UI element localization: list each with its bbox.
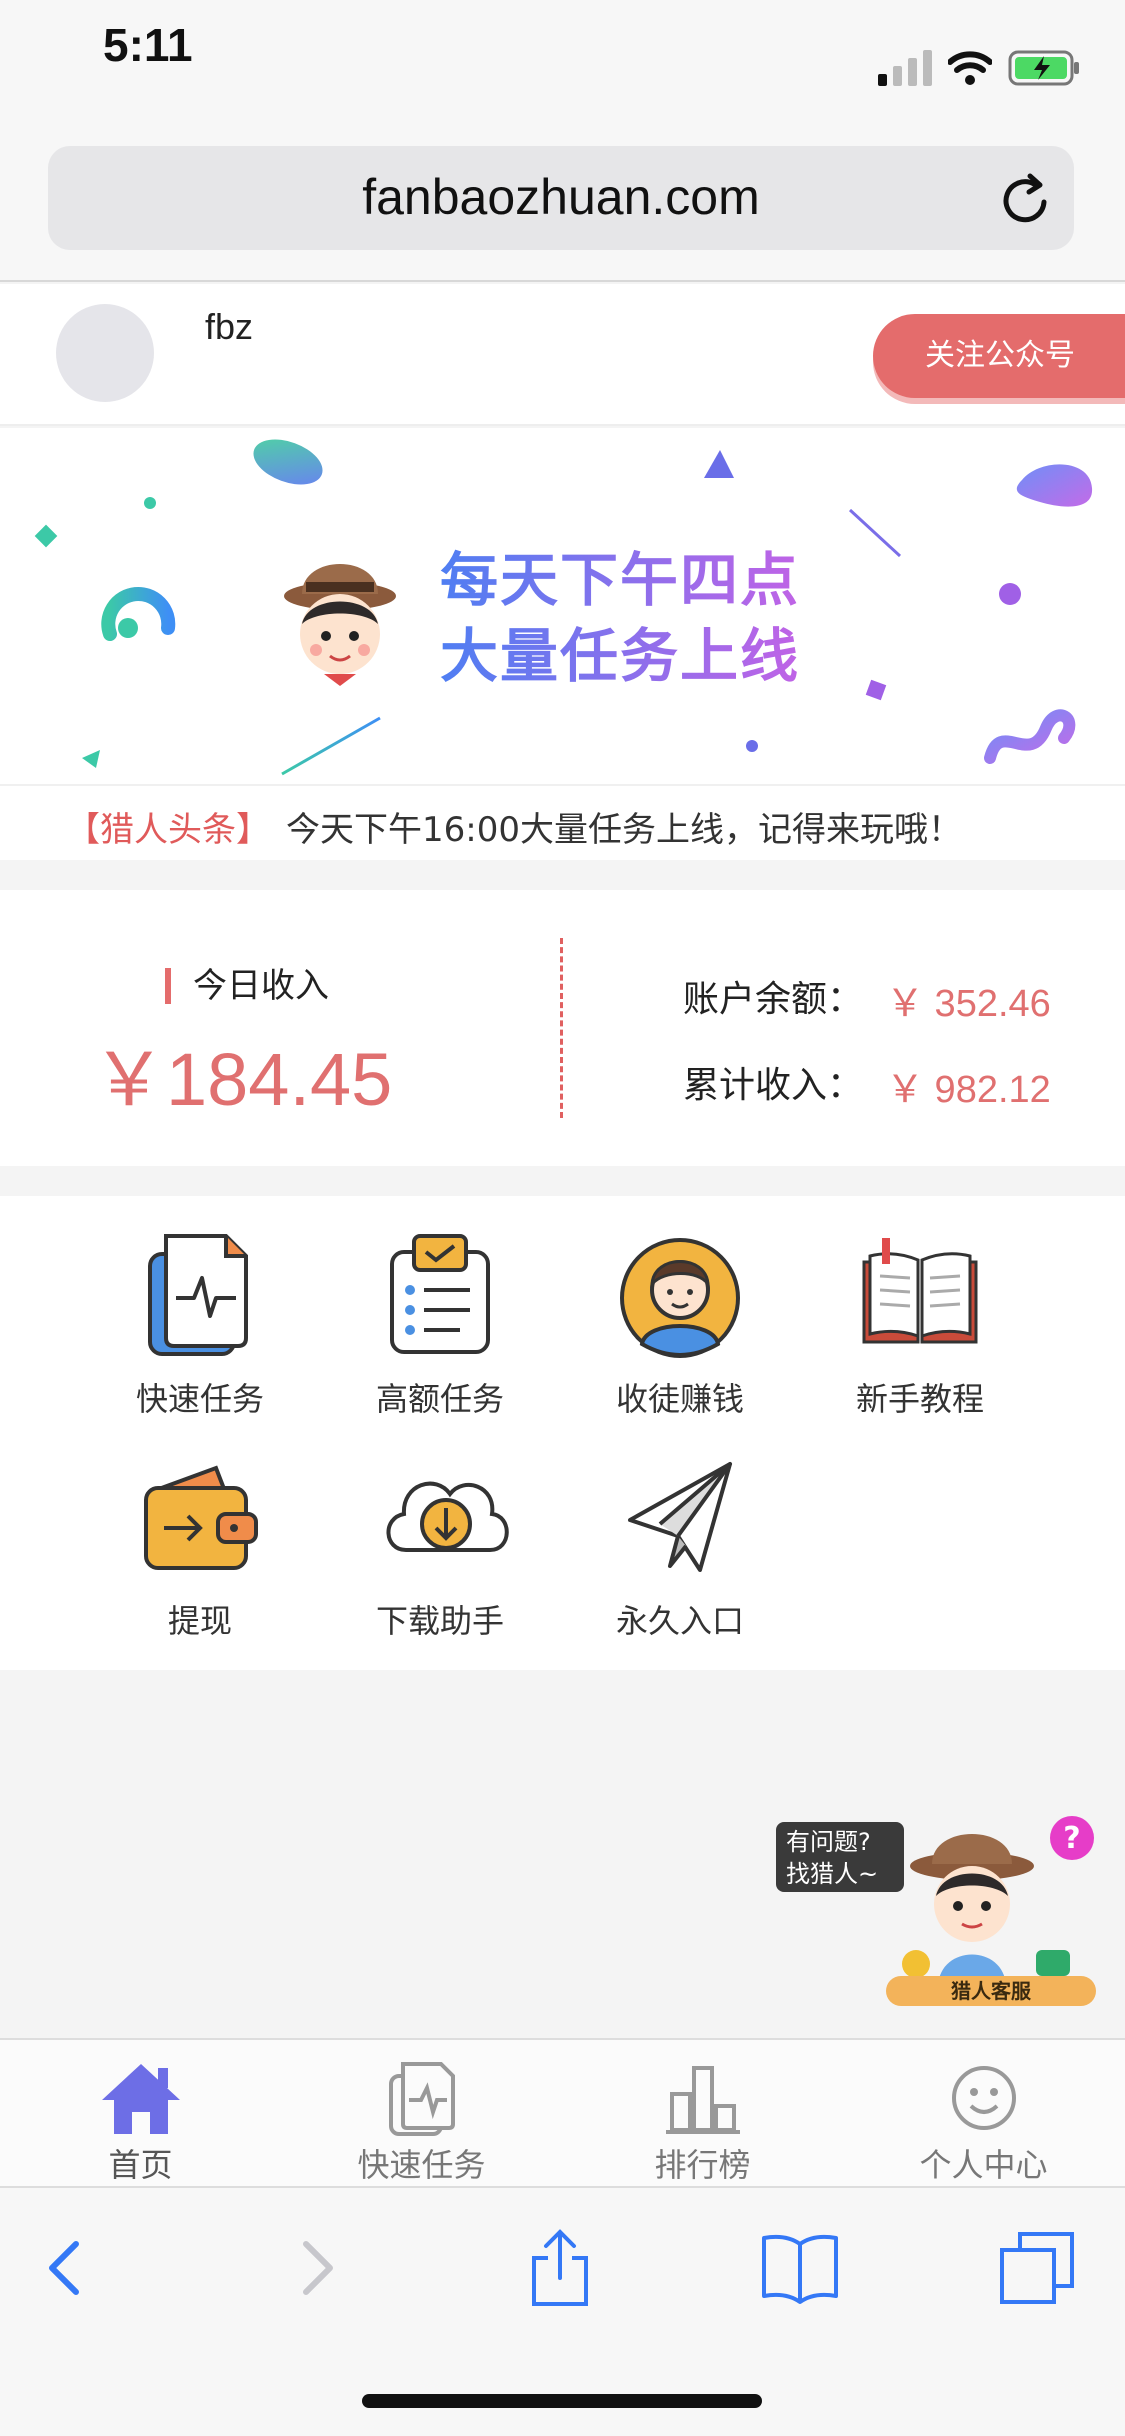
ticker-message: 今天下午16:00大量任务上线，记得来玩哦！ [286,810,962,850]
menu-item-tutorial[interactable]: 新手教程 [820,1232,1020,1422]
profile-header: fbz 关注公众号 [0,284,1125,426]
income-divider [560,938,563,1118]
menu-item-label: 收徒赚钱 [615,1380,744,1418]
total-income-value: ￥ 982.12 [886,1069,1051,1111]
news-ticker[interactable]: 【猎人头条】 今天下午16:00大量任务上线，记得来玩哦！ [0,784,1125,860]
person-icon [620,1238,740,1358]
banner-line-1: 每天下午四点 [440,546,801,614]
avatar[interactable] [56,304,154,402]
bottom-tab-bar: 首页 快速任务 排行榜 个人中心 [0,2038,1125,2186]
tab-home[interactable]: 首页 [0,2040,281,2188]
status-time: 5:11 [103,19,193,71]
cloud-download-icon [386,1481,509,1552]
battery-icon [1008,50,1079,86]
url-field[interactable]: fanbaozhuan.com [48,146,1074,250]
home-indicator[interactable] [362,2394,762,2408]
total-income-label: 累计收入： [683,1065,864,1106]
browser-address-bar: fanbaozhuan.com [0,130,1125,282]
status-bar: 5:11 [0,0,1125,130]
balance-label: 账户余额： [683,979,864,1020]
menu-item-quick-task[interactable]: 快速任务 [100,1232,300,1422]
menu-item-label: 永久入口 [615,1602,744,1640]
tab-profile[interactable]: 个人中心 [843,2040,1124,2188]
menu-item-high-task[interactable]: 高额任务 [340,1232,540,1422]
menu-item-label: 快速任务 [135,1380,264,1418]
tabs-icon[interactable] [998,2228,1078,2308]
banner-headline: 每天下午四点 大量任务上线 [440,542,800,694]
username: fbz [205,306,254,347]
tab-label: 快速任务 [357,2146,486,2184]
service-badge: 猎人客服 [886,1976,1096,2006]
tab-label: 个人中心 [919,2146,1048,2184]
menu-item-permanent-entry[interactable]: 永久入口 [580,1454,780,1644]
share-icon[interactable] [520,2228,600,2308]
menu-item-withdraw[interactable]: 提现 [100,1454,300,1644]
reload-icon[interactable] [1000,172,1052,226]
paper-plane-icon [628,1462,732,1572]
menu-item-download-helper[interactable]: 下载助手 [340,1454,540,1644]
service-mascot-icon: ? [902,1816,1094,1986]
customer-service-widget[interactable]: 有问题? 找猎人~ ? 猎人客服 [776,1810,1096,2010]
menu-item-label: 下载助手 [375,1602,504,1640]
feature-menu: 快速任务 高额任务 收徒赚钱 新手教程 提现 下载助手 永久入口 [0,1196,1125,1670]
menu-item-label: 新手教程 [855,1380,984,1418]
balance-value: ￥ 352.46 [886,983,1051,1025]
service-bubble: 有问题? 找猎人~ [776,1822,904,1892]
clipboard-icon [390,1234,490,1354]
svg-text:?: ? [1063,1821,1080,1856]
bookmarks-icon[interactable] [760,2228,840,2308]
home-icon [102,2064,180,2134]
signal-icon [878,50,932,86]
tab-leaderboard[interactable]: 排行榜 [562,2040,843,2188]
ticker-tag: 【猎人头条】 [66,810,270,850]
wifi-icon [948,51,992,85]
today-income-value: ￥184.45 [92,1038,393,1121]
smiley-icon [952,2066,1016,2130]
follow-official-account-button[interactable]: 关注公众号 [873,314,1125,398]
tab-label: 排行榜 [654,2146,751,2184]
menu-item-recruit[interactable]: 收徒赚钱 [580,1232,780,1422]
url-text: fanbaozhuan.com [362,169,760,225]
tab-quick-task[interactable]: 快速任务 [281,2040,562,2188]
book-icon [862,1238,978,1344]
forward-icon[interactable] [276,2228,356,2308]
back-icon[interactable] [26,2228,106,2308]
service-bubble-line-2: 找猎人~ [786,1860,879,1888]
hunter-mascot [284,564,396,686]
bar-chart-icon [666,2066,740,2134]
wallet-icon [144,1465,258,1570]
income-summary: 今日收入 ￥184.45 账户余额： ￥ 352.46 累计收入： ￥ 982.… [0,890,1125,1166]
menu-item-label: 提现 [167,1602,232,1640]
menu-item-label: 高额任务 [375,1380,504,1418]
quick-task-icon [148,1234,248,1356]
page: 5:11 fanbaozhuan.com fbz 关注公众号 每天下午四点 大量… [0,0,1125,2436]
quick-task-icon [389,2062,455,2136]
promo-banner[interactable]: 每天下午四点 大量任务上线 [0,428,1125,784]
banner-line-2: 大量任务上线 [440,622,801,690]
today-income-label: 今日收入 [165,968,329,1004]
service-bubble-line-1: 有问题? [786,1828,871,1856]
tab-label: 首页 [108,2146,173,2184]
